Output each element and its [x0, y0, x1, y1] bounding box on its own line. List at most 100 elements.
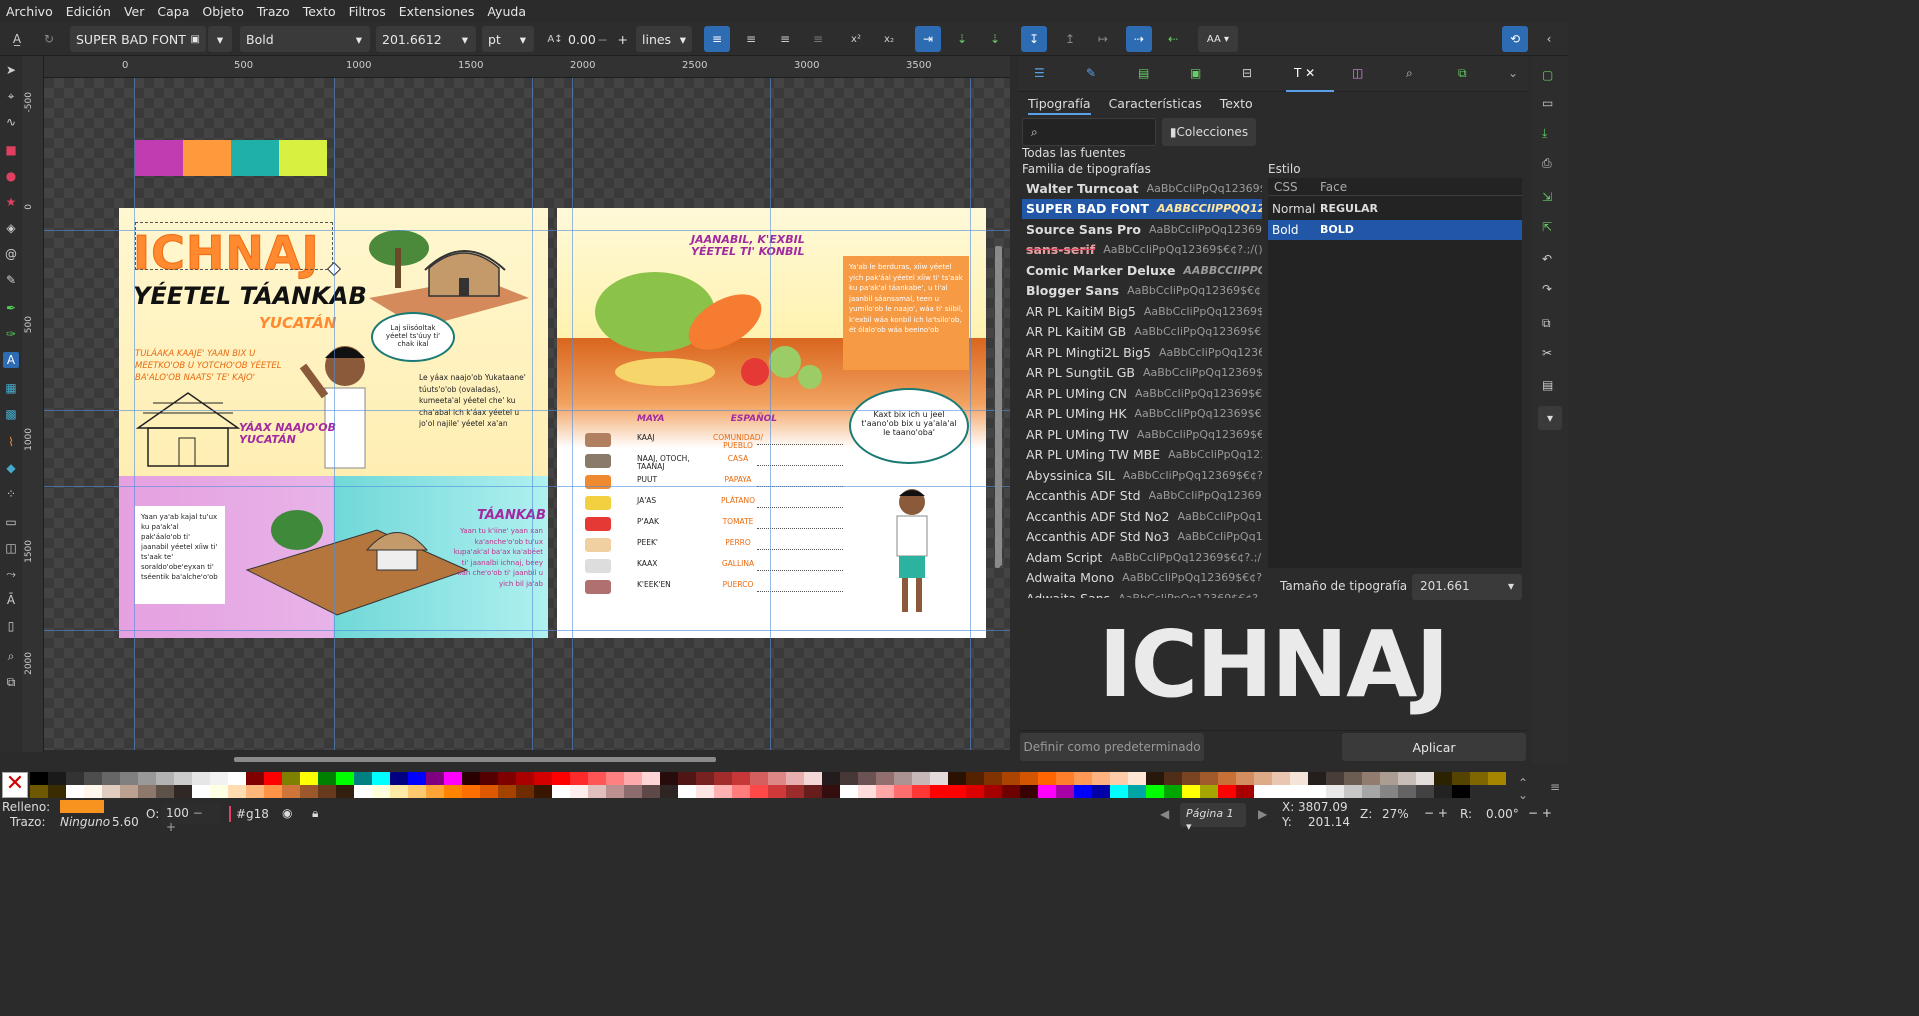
- palette-swatch[interactable]: [1290, 772, 1308, 785]
- spray-tool-icon[interactable]: ⁘: [3, 486, 19, 502]
- vertical-scroll-thumb[interactable]: [995, 246, 1000, 568]
- font-search-input[interactable]: ⌕: [1022, 118, 1156, 146]
- palette-swatch[interactable]: [894, 785, 912, 798]
- lock-icon[interactable]: 🔒︎: [312, 806, 318, 821]
- palette-swatch[interactable]: [1020, 785, 1038, 798]
- collapse-toolbar-icon[interactable]: ‹: [1536, 26, 1562, 52]
- ellipse-tool-icon[interactable]: ●: [3, 168, 19, 184]
- palette-swatch[interactable]: [1146, 785, 1164, 798]
- export-icon[interactable]: ▣: [1190, 66, 1201, 80]
- new-document-icon[interactable]: ▢: [1542, 68, 1553, 82]
- palette-swatch[interactable]: [1326, 772, 1344, 785]
- palette-swatch[interactable]: [588, 785, 606, 798]
- font-list-item[interactable]: Accanthis ADF Std No3 AaBbCcIiPpQq12369$€: [1022, 527, 1262, 547]
- palette-swatch[interactable]: [1236, 785, 1254, 798]
- palette-swatch[interactable]: [606, 772, 624, 785]
- palette-swatch[interactable]: [1434, 772, 1452, 785]
- palette-swatch[interactable]: [426, 785, 444, 798]
- palette-swatch[interactable]: [570, 772, 588, 785]
- font-list-item[interactable]: Abyssinica SIL AaBbCcIiPpQq12369$€¢?.;/(: [1022, 465, 1262, 485]
- layers-icon[interactable]: ☰: [1034, 66, 1045, 80]
- palette-swatch[interactable]: [552, 785, 570, 798]
- palette-swatch[interactable]: [1092, 785, 1110, 798]
- apply-button[interactable]: Aplicar: [1342, 733, 1526, 761]
- palette-swatch[interactable]: [1038, 785, 1056, 798]
- eraser-tool-icon[interactable]: ▭: [3, 514, 19, 530]
- set-default-button[interactable]: Definir como predeterminado: [1020, 733, 1204, 761]
- palette-swatch[interactable]: [966, 772, 984, 785]
- palette-swatch[interactable]: [228, 785, 246, 798]
- palette-swatch[interactable]: [84, 772, 102, 785]
- palette-swatch[interactable]: [714, 772, 732, 785]
- font-list-item[interactable]: Accanthis ADF Std AaBbCcIiPpQq12369$€¢?.;…: [1022, 486, 1262, 506]
- pencil-tool-icon[interactable]: ✎: [3, 272, 19, 288]
- palette-swatch[interactable]: [930, 772, 948, 785]
- lpe-tool-icon[interactable]: Ā: [3, 592, 19, 608]
- pen-tool-icon[interactable]: ✒: [3, 300, 19, 316]
- palette-swatch[interactable]: [462, 772, 480, 785]
- palette-swatch[interactable]: [750, 785, 768, 798]
- palette-swatch[interactable]: [876, 785, 894, 798]
- palette-swatch[interactable]: [1380, 785, 1398, 798]
- font-list-item[interactable]: AR PL UMing TW AaBbCcIiPpQq12369$€¢?.;/(: [1022, 424, 1262, 444]
- menu-item[interactable]: Trazo: [257, 4, 290, 19]
- palette-swatch[interactable]: [1146, 772, 1164, 785]
- palette-swatch[interactable]: [1452, 772, 1470, 785]
- doc-swatch[interactable]: [231, 140, 279, 176]
- palette-swatch[interactable]: [1470, 772, 1488, 785]
- align-left-button[interactable]: ≡: [704, 26, 730, 52]
- palette-swatch[interactable]: [354, 772, 372, 785]
- rotation-value[interactable]: 0.00°: [1486, 807, 1519, 821]
- xml-editor-icon[interactable]: ⧉: [1458, 66, 1467, 81]
- export-icon[interactable]: ⇱: [1542, 220, 1552, 234]
- palette-swatch[interactable]: [282, 772, 300, 785]
- collections-button[interactable]: ▮ Colecciones: [1162, 118, 1256, 146]
- page-select[interactable]: Página 1 ▾: [1180, 803, 1246, 833]
- palette-swatch[interactable]: [804, 785, 822, 798]
- palette-swatch[interactable]: [1110, 772, 1128, 785]
- palette-swatch[interactable]: [1254, 785, 1272, 798]
- dropper-tool-icon[interactable]: ⌇: [3, 434, 19, 450]
- color-swatches[interactable]: [135, 140, 327, 176]
- font-list-item[interactable]: AR PL KaitiM GB AaBbCcIiPpQq12369$€¢?.;/(: [1022, 322, 1262, 342]
- palette-swatch[interactable]: [912, 772, 930, 785]
- palette-swatch[interactable]: [768, 772, 786, 785]
- palette-swatch[interactable]: [894, 772, 912, 785]
- rotation-stepper[interactable]: − +: [1528, 806, 1552, 820]
- doc-swatch[interactable]: [183, 140, 231, 176]
- palette-swatch[interactable]: [696, 772, 714, 785]
- align-right-button[interactable]: ≡: [772, 26, 798, 52]
- superscript-button[interactable]: x²: [843, 26, 869, 52]
- font-list-item[interactable]: Walter Turncoat AaBbCcIiPpQq12369$€¢?: [1022, 178, 1262, 198]
- palette-swatch[interactable]: [174, 772, 192, 785]
- palette-swatch[interactable]: [678, 772, 696, 785]
- tab-text-font[interactable]: T ✕: [1286, 56, 1334, 92]
- chevron-down-icon[interactable]: ⌄: [1508, 66, 1518, 80]
- palette-swatch[interactable]: [642, 772, 660, 785]
- palette-swatch[interactable]: [570, 785, 588, 798]
- fill-indicator[interactable]: [60, 800, 104, 813]
- palette-swatch[interactable]: [1254, 772, 1272, 785]
- palette-swatch[interactable]: [1452, 785, 1470, 798]
- direction-ltr-button[interactable]: ⇢: [1126, 26, 1152, 52]
- fill-stroke-icon[interactable]: ✎: [1086, 66, 1096, 80]
- justify-button[interactable]: ≡: [805, 26, 831, 52]
- tab-caracteristicas[interactable]: Características: [1109, 96, 1202, 115]
- palette-swatch[interactable]: [1164, 785, 1182, 798]
- palette-swatch[interactable]: [1128, 785, 1146, 798]
- align-center-button[interactable]: ≡: [738, 26, 764, 52]
- palette-swatch[interactable]: [192, 785, 210, 798]
- palette-swatch[interactable]: [102, 785, 120, 798]
- palette-swatch[interactable]: [804, 772, 822, 785]
- palette-swatch[interactable]: [552, 772, 570, 785]
- 3d-box-tool-icon[interactable]: ◈: [3, 220, 19, 236]
- more-commands-icon[interactable]: ▾: [1538, 406, 1562, 430]
- palette-swatch[interactable]: [660, 772, 678, 785]
- palette-swatch[interactable]: [822, 772, 840, 785]
- style-row-bold[interactable]: Bold BOLD: [1268, 220, 1522, 240]
- text-tool-icon[interactable]: A: [3, 352, 19, 368]
- canvas[interactable]: ICHNAJ YÉETEL TÁANKAB YUCATÁN TULÁAKA KA…: [44, 78, 1010, 750]
- palette-swatch[interactable]: [678, 785, 696, 798]
- unit-select[interactable]: pt ▾: [482, 26, 534, 52]
- font-list-item[interactable]: Comic Marker Deluxe AABBCCIIPPQQ12369: [1022, 260, 1262, 280]
